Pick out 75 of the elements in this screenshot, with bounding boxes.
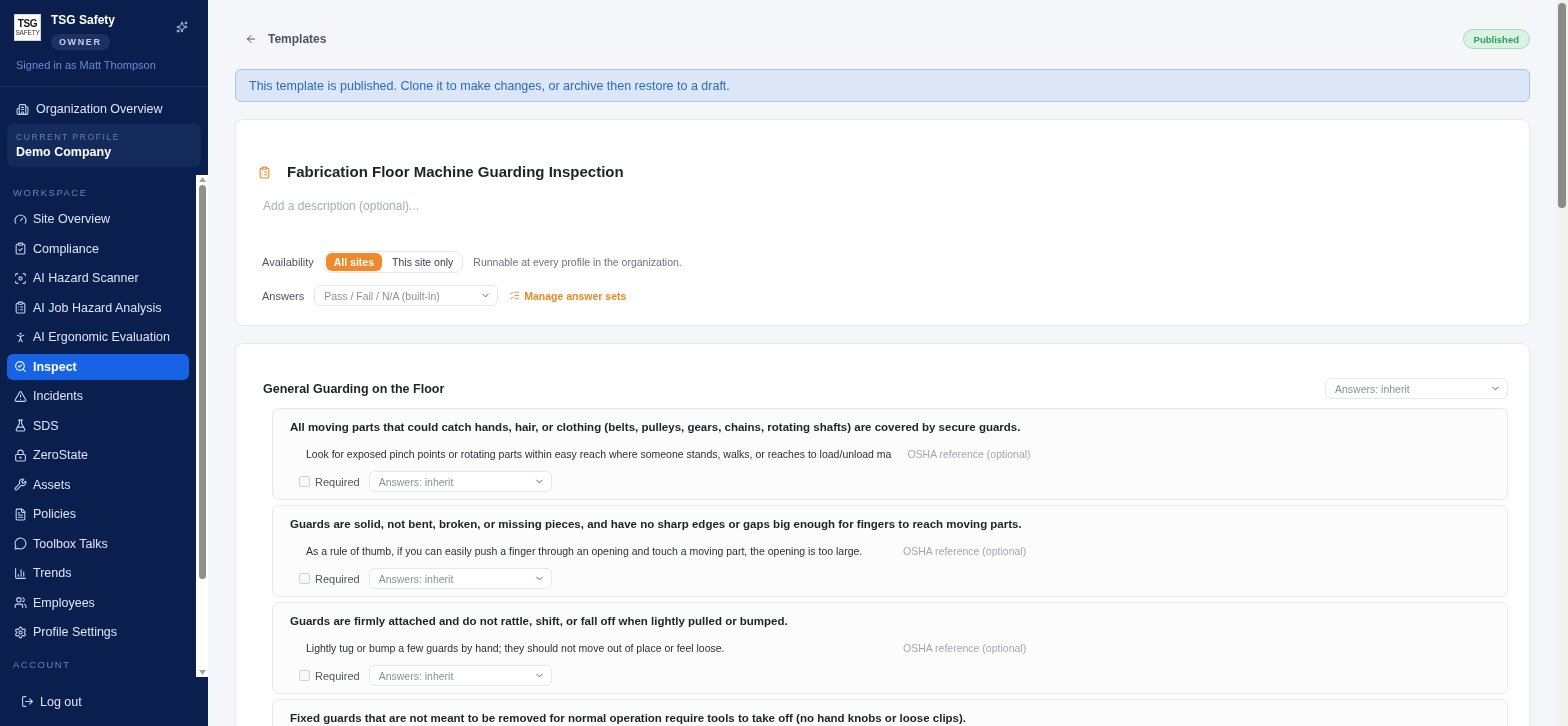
org-name: TSG Safety xyxy=(51,13,116,27)
availability-option[interactable]: This site only xyxy=(384,253,462,271)
nav-item[interactable]: Inspect xyxy=(7,354,189,380)
clipboard-icon xyxy=(258,165,271,179)
logout-button[interactable]: Log out xyxy=(21,694,82,709)
nav-item[interactable]: ZeroState xyxy=(7,442,189,468)
logout-icon xyxy=(21,695,34,708)
list-checks-icon xyxy=(509,290,521,301)
bar-chart-icon xyxy=(14,566,27,580)
guidance-field[interactable]: Lightly tug or bump a few guards by hand; they should not move out of place or feel loose. xyxy=(298,637,895,659)
lock-icon xyxy=(14,448,27,462)
current-profile-label: CURRENT PROFILE xyxy=(16,132,122,142)
nav-item[interactable]: Assets xyxy=(7,472,189,498)
logo-wordmark: TSG xyxy=(17,18,38,29)
question-text: Fixed guards that are not meant to be removed for normal operation require tools to take off (no hand knobs or loose clips). xyxy=(290,711,967,725)
availability-hint: Runnable at every profile in the organization. xyxy=(473,256,682,268)
nav-item[interactable]: Policies xyxy=(7,501,189,527)
search-check-icon xyxy=(14,360,27,374)
scan-frame-icon xyxy=(14,271,27,285)
wrench-icon xyxy=(14,478,27,492)
back-link[interactable]: Templates xyxy=(235,32,327,46)
status-badge: Published xyxy=(1462,29,1530,49)
gauge-icon xyxy=(14,212,27,226)
settings-icon xyxy=(14,625,27,639)
current-profile-name: Demo Company xyxy=(16,145,113,160)
scrollbar-track[interactable] xyxy=(196,175,208,677)
nav-item[interactable]: Toolbox Talks xyxy=(7,531,189,557)
required-checkbox[interactable] xyxy=(299,573,310,584)
sparkle-icon[interactable] xyxy=(176,21,188,33)
template-title: Fabrication Floor Machine Guarding Inspection xyxy=(287,163,624,181)
question-text: All moving parts that could catch hands, hair, or clothing (belts, pulleys, gears, chains, rotating shafts) are covered by secure guards. xyxy=(290,420,1021,434)
back-arrow-icon xyxy=(245,33,257,45)
scrollbar-thumb[interactable] xyxy=(1558,3,1566,208)
clipboard-check-icon xyxy=(14,242,27,256)
nav-item[interactable]: Compliance xyxy=(7,236,189,262)
nav-item[interactable]: AI Ergonomic Evaluation xyxy=(7,324,189,350)
question-text: Guards are firmly attached and do not rattle, shift, or fall off when lightly pulled or bumped. xyxy=(290,614,788,628)
guidance-field[interactable]: Look for exposed pinch points or rotating parts within easy reach where someone stands, walks, or reaches to load/unload ma xyxy=(298,443,900,465)
clipboard-list-icon xyxy=(14,301,27,315)
users-icon xyxy=(14,596,27,610)
guidance-field[interactable]: As a rule of thumb, if you can easily push a finger through an opening and touch a moving part, the opening is too large. xyxy=(298,540,895,562)
nav-item[interactable]: Employees xyxy=(7,590,189,616)
nav-item[interactable]: AI Hazard Scanner xyxy=(7,265,189,291)
info-banner: This template is published. Clone it to make changes, or archive then restore to a draft. xyxy=(235,69,1530,102)
required-checkbox[interactable] xyxy=(299,476,310,487)
scrollbar-thumb[interactable] xyxy=(198,185,206,579)
document-icon xyxy=(14,507,27,521)
section-title: General Guarding on the Floor xyxy=(263,381,445,396)
nav-item[interactable]: Trends xyxy=(7,560,189,586)
nav-item[interactable]: SDS xyxy=(7,413,189,439)
required-label: Required xyxy=(315,669,360,682)
warning-triangle-icon xyxy=(14,389,27,403)
current-profile-card[interactable]: CURRENT PROFILE Demo Company xyxy=(7,124,201,167)
nav-section-label: ACCOUNT xyxy=(12,659,71,671)
nav-item[interactable]: AI Job Hazard Analysis xyxy=(7,295,189,321)
required-label: Required xyxy=(315,572,360,585)
scrollbar-track[interactable] xyxy=(1556,0,1568,726)
org-overview-link[interactable]: Organization Overview xyxy=(0,97,208,121)
required-label: Required xyxy=(315,475,360,488)
role-badge: OWNER xyxy=(51,34,110,50)
nav-item[interactable]: Incidents xyxy=(7,383,189,409)
person-icon xyxy=(14,330,27,344)
question-text: Guards are solid, not bent, broken, or missing pieces, and have no sharp edges or gaps big enough for fingers to reach moving parts. xyxy=(290,517,1022,531)
availability-label: Availability xyxy=(262,256,314,268)
chat-bubble-icon xyxy=(14,537,27,551)
signed-in-text: Signed in as Matt Thompson xyxy=(15,58,157,72)
scroll-up-arrow-icon[interactable] xyxy=(198,177,206,182)
nav-item[interactable]: Site Overview xyxy=(7,206,189,232)
scroll-down-arrow-icon[interactable] xyxy=(198,670,206,675)
required-checkbox[interactable] xyxy=(299,670,310,681)
nav-section-label: WORKSPACE xyxy=(12,187,88,199)
flask-icon xyxy=(14,419,27,433)
answers-label: Answers xyxy=(262,289,305,302)
building-icon xyxy=(16,102,29,116)
nav-item[interactable]: Profile Settings xyxy=(7,619,189,645)
